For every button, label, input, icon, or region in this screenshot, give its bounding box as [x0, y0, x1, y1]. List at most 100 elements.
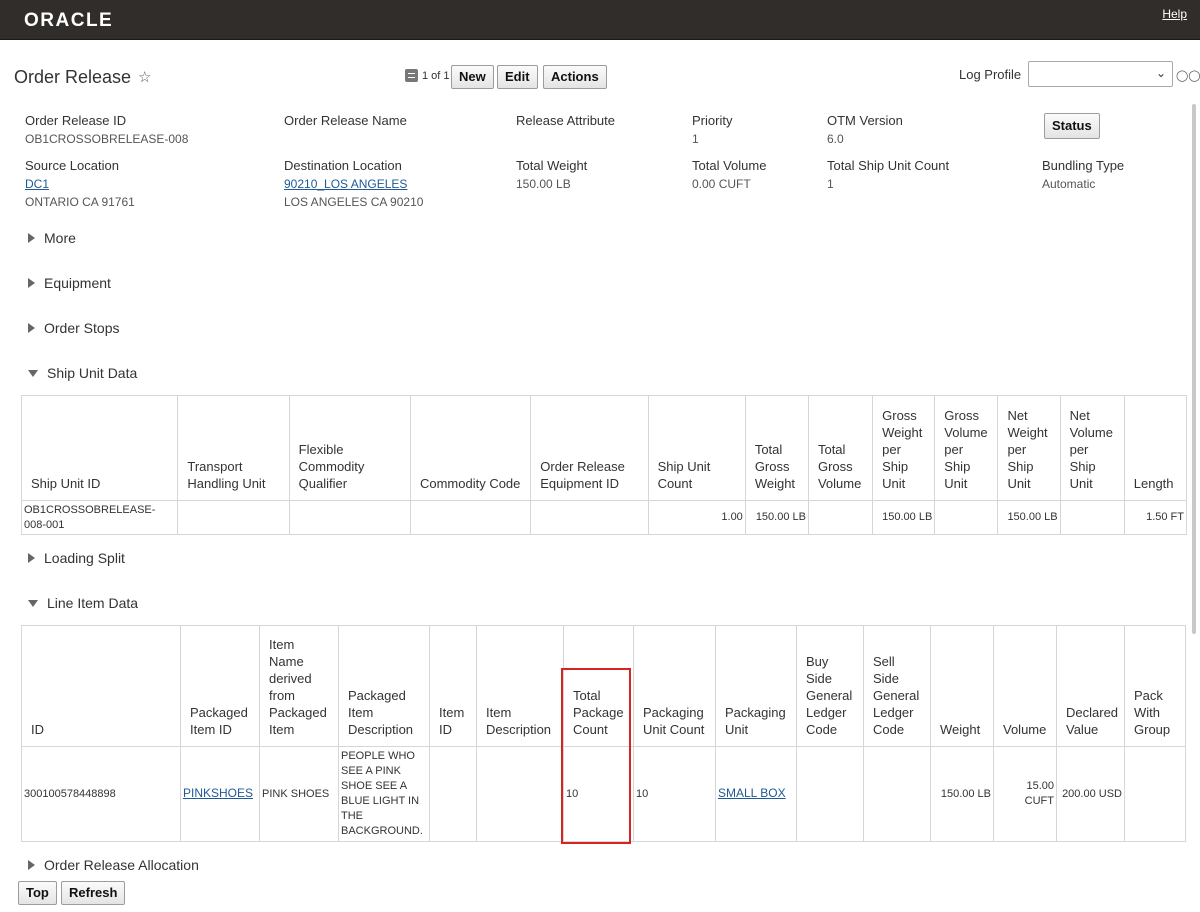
column-header[interactable]: Transport Handling Unit	[177, 395, 290, 501]
total-ship-unit-count-label: Total Ship Unit Count	[827, 158, 950, 173]
table-cell	[530, 500, 649, 535]
list-icon[interactable]	[405, 69, 418, 82]
packaged-item-link[interactable]: PINKSHOES	[183, 786, 253, 800]
column-header[interactable]: Ship Unit Count	[647, 395, 746, 501]
ship-unit-header-row: Ship Unit ID Transport Handling Unit Fle…	[20, 395, 1188, 501]
order-release-name-label: Order Release Name	[284, 113, 407, 128]
section-line-item-data-label: Line Item Data	[47, 595, 139, 611]
column-header[interactable]: Ship Unit ID	[20, 395, 179, 501]
table-cell	[288, 500, 411, 535]
table-cell: 1.00	[647, 500, 746, 535]
table-cell: 150.00 LB	[997, 500, 1061, 535]
column-header[interactable]: Gross Volume per Ship Unit	[934, 395, 999, 501]
column-header[interactable]: Packaging Unit Count	[633, 625, 716, 747]
line-item-table: ID Packaged Item ID Item Name derived fr…	[21, 625, 1186, 842]
column-header[interactable]: Declared Value	[1056, 625, 1125, 747]
vertical-scrollbar[interactable]	[1192, 104, 1196, 634]
column-header[interactable]: Buy Side General Ledger Code	[796, 625, 864, 747]
source-location-link[interactable]: DC1	[25, 177, 49, 191]
edit-button[interactable]: Edit	[497, 65, 538, 89]
column-header[interactable]: Item ID	[429, 625, 477, 747]
table-cell: 15.00 CUFT	[993, 746, 1057, 842]
top-button[interactable]: Top	[18, 881, 57, 905]
pager-text: 1 of 1	[422, 70, 450, 82]
source-location-address: ONTARIO CA 91761	[25, 195, 135, 209]
ship-unit-table: Ship Unit ID Transport Handling Unit Fle…	[20, 395, 1188, 535]
column-header[interactable]: Item Description	[476, 625, 564, 747]
table-cell	[429, 746, 477, 842]
triangle-right-icon	[28, 278, 35, 289]
column-header[interactable]: Pack With Group	[1124, 625, 1186, 747]
column-header[interactable]: Total Gross Weight	[744, 395, 809, 501]
priority-label: Priority	[692, 113, 733, 128]
glasses-icon[interactable]: ◯◯	[1176, 69, 1200, 82]
column-header[interactable]: Order Release Equipment ID	[530, 395, 649, 501]
table-row[interactable]: OB1CROSSOBRELEASE-008-001 1.00 150.00 LB…	[20, 500, 1188, 535]
log-profile-select[interactable]: ⌄	[1028, 61, 1173, 87]
triangle-right-icon	[28, 860, 35, 871]
section-order-release-allocation[interactable]: Order Release Allocation	[28, 857, 199, 873]
section-loading-split[interactable]: Loading Split	[28, 550, 125, 566]
total-weight-value: 150.00 LB	[516, 177, 571, 191]
page-title: Order Release	[14, 67, 132, 87]
destination-location-link[interactable]: 90210_LOS ANGELES	[284, 177, 407, 191]
section-equipment-label: Equipment	[44, 275, 111, 291]
total-weight-label: Total Weight	[516, 158, 588, 173]
table-cell	[1059, 500, 1125, 535]
bundling-type-label: Bundling Type	[1042, 158, 1125, 173]
section-ship-unit-data[interactable]: Ship Unit Data	[28, 365, 137, 381]
total-volume-label: Total Volume	[692, 158, 767, 173]
refresh-button[interactable]: Refresh	[61, 881, 126, 905]
table-cell	[177, 500, 290, 535]
section-equipment[interactable]: Equipment	[28, 275, 111, 291]
column-header[interactable]: Packaged Item ID	[180, 625, 260, 747]
table-cell: 150.00 LB	[930, 746, 994, 842]
column-header[interactable]: Packaged Item Description	[338, 625, 430, 747]
help-link[interactable]: Help	[1162, 7, 1187, 21]
log-profile-label: Log Profile	[959, 67, 1022, 82]
table-cell	[409, 500, 532, 535]
column-header[interactable]: Commodity Code	[409, 395, 532, 501]
column-header[interactable]: ID	[21, 625, 181, 747]
new-button[interactable]: New	[451, 65, 494, 89]
column-header[interactable]: Item Name derived from Packaged Item	[259, 625, 339, 747]
release-attribute-label: Release Attribute	[516, 113, 616, 128]
actions-button[interactable]: Actions	[543, 65, 607, 89]
section-order-stops[interactable]: Order Stops	[28, 320, 119, 336]
section-order-stops-label: Order Stops	[44, 320, 120, 336]
column-header[interactable]: Total Package Count	[563, 625, 634, 747]
column-header[interactable]: Flexible Commodity Qualifier	[288, 395, 411, 501]
column-header[interactable]: Volume	[993, 625, 1057, 747]
table-row[interactable]: 300100578448898 PINKSHOES PINK SHOES PEO…	[21, 746, 1186, 842]
source-location-label: Source Location	[25, 158, 119, 173]
section-loading-split-label: Loading Split	[44, 550, 125, 566]
chevron-down-icon: ⌄	[1155, 66, 1166, 80]
destination-location-label: Destination Location	[284, 158, 402, 173]
otm-version-value: 6.0	[827, 132, 844, 146]
table-cell: 150.00 LB	[744, 500, 809, 535]
table-cell	[863, 746, 931, 842]
column-header[interactable]: Gross Weight per Ship Unit	[872, 395, 936, 501]
status-button[interactable]: Status	[1044, 113, 1100, 139]
column-header[interactable]: Weight	[930, 625, 994, 747]
table-cell: 10	[633, 746, 716, 842]
column-header[interactable]: Packaging Unit	[715, 625, 797, 747]
total-ship-unit-count-value: 1	[827, 177, 834, 191]
packaging-unit-link[interactable]: SMALL BOX	[718, 786, 786, 800]
column-header[interactable]: Net Volume per Ship Unit	[1059, 395, 1125, 501]
otm-version-label: OTM Version	[827, 113, 903, 128]
column-header[interactable]: Total Gross Volume	[807, 395, 874, 501]
star-icon[interactable]: ☆	[138, 68, 151, 86]
section-line-item-data[interactable]: Line Item Data	[28, 595, 138, 611]
column-header[interactable]: Net Weight per Ship Unit	[997, 395, 1061, 501]
column-header[interactable]: Length	[1123, 395, 1188, 501]
column-header[interactable]: Sell Side General Ledger Code	[863, 625, 931, 747]
table-cell: PEOPLE WHO SEE A PINK SHOE SEE A BLUE LI…	[338, 746, 430, 842]
priority-value: 1	[692, 132, 699, 146]
bundling-type-value: Automatic	[1042, 177, 1096, 191]
table-cell	[1124, 746, 1186, 842]
section-more[interactable]: More	[28, 230, 76, 246]
destination-location-address: LOS ANGELES CA 90210	[284, 195, 424, 209]
table-cell: PINKSHOES	[180, 746, 260, 842]
line-item-header-row: ID Packaged Item ID Item Name derived fr…	[21, 625, 1186, 747]
